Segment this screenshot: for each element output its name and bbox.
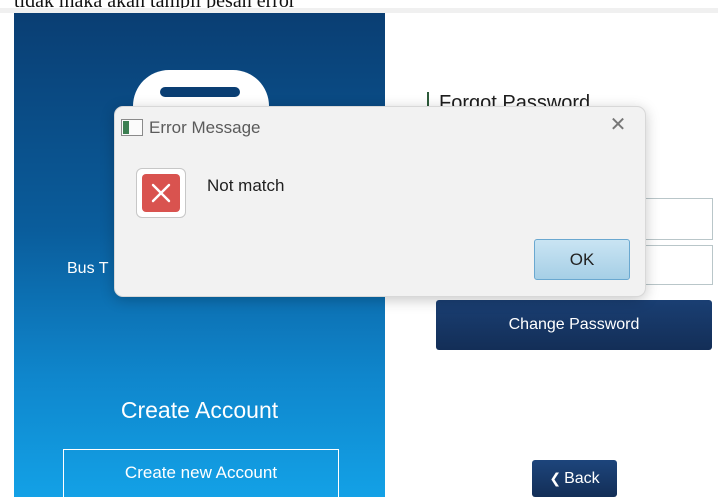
new-password-field[interactable] <box>641 198 713 240</box>
error-message: Not match <box>207 176 285 195</box>
create-new-account-button[interactable]: Create new Account <box>63 449 339 497</box>
error-dialog: Error Message ✕ Not match OK <box>114 106 646 297</box>
close-icon[interactable]: ✕ <box>607 115 629 137</box>
dialog-title: Error Message <box>149 118 261 137</box>
app-screen: tidak maka akan tampil pesan error Bus T… <box>0 0 718 497</box>
back-button-label: Back <box>564 470 600 487</box>
change-password-button[interactable]: Change Password <box>436 300 712 350</box>
bus-window-slot <box>160 87 240 97</box>
confirm-password-field[interactable] <box>641 245 713 285</box>
error-icon <box>136 168 186 218</box>
window-app-icon <box>121 119 143 136</box>
back-button[interactable]: ❮ Back <box>532 460 617 497</box>
create-account-heading: Create Account <box>120 397 279 423</box>
chevron-left-icon: ❮ <box>549 470 562 486</box>
window-app-icon-bar <box>123 121 129 134</box>
app-title: Bus T <box>67 260 109 277</box>
ok-button[interactable]: OK <box>534 239 630 280</box>
error-x-icon <box>151 183 171 203</box>
